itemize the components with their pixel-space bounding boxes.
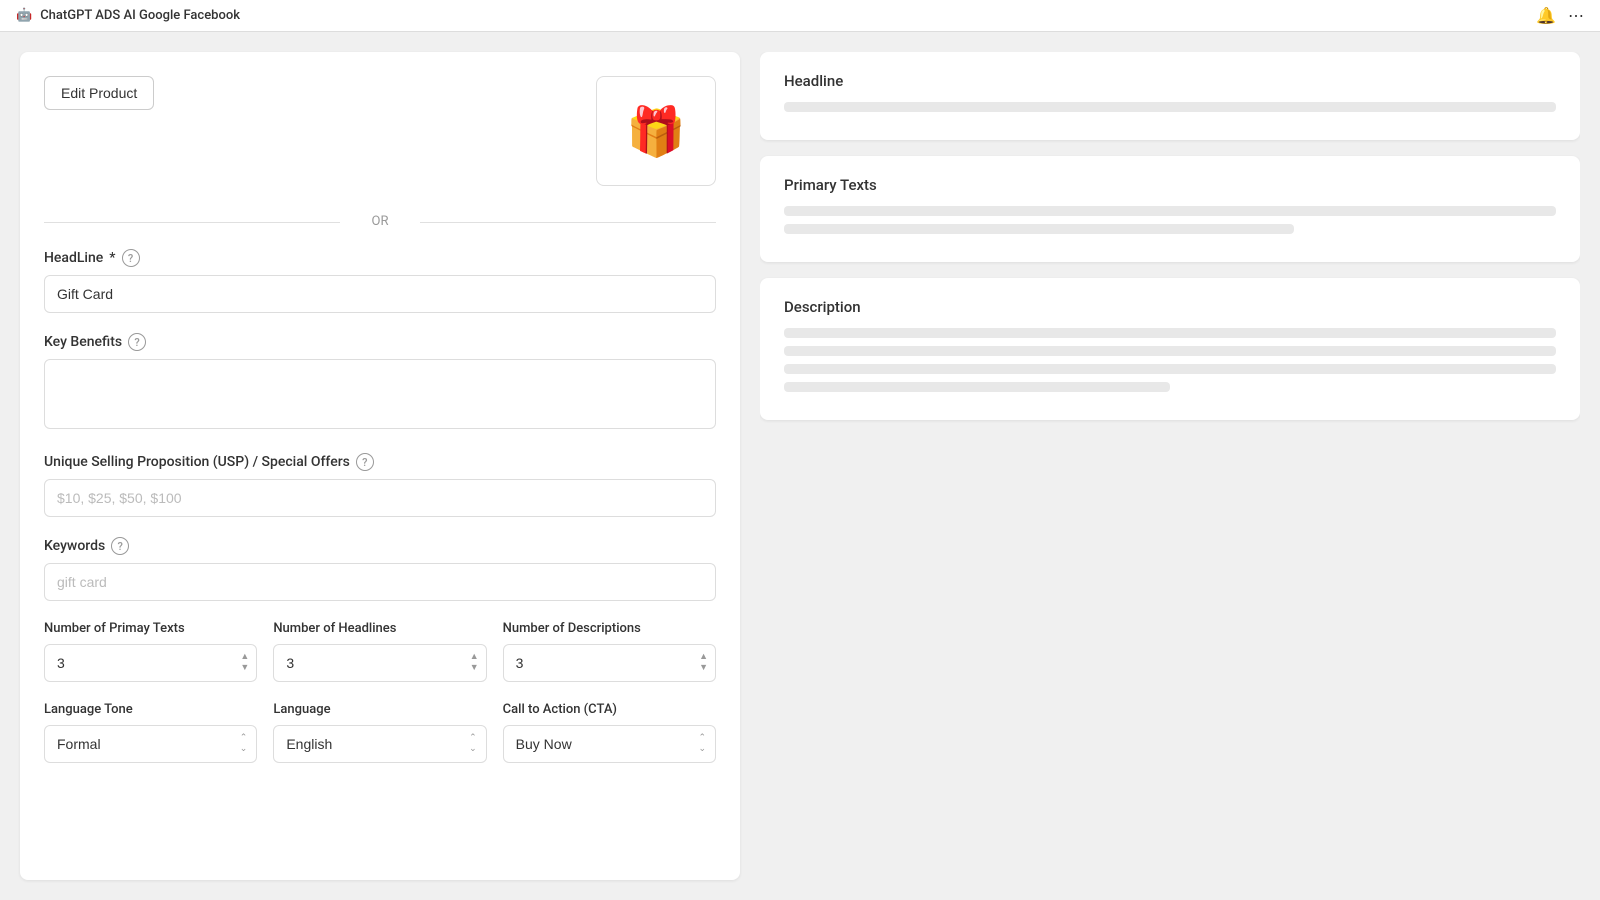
description-preview-card: Description	[760, 278, 1580, 420]
notification-icon[interactable]: 🔔	[1536, 6, 1556, 25]
headline-group: HeadLine * ?	[44, 249, 716, 313]
usp-help-icon[interactable]: ?	[356, 453, 374, 471]
description-skeleton-4	[784, 382, 1170, 392]
num-headlines-group: Number of Headlines ▲ ▼	[273, 621, 486, 682]
description-card-title: Description	[784, 298, 1556, 316]
language-tone-label: Language Tone	[44, 702, 257, 717]
key-benefits-input[interactable]	[44, 359, 716, 429]
headline-card-title: Headline	[784, 72, 1556, 90]
key-benefits-group: Key Benefits ?	[44, 333, 716, 433]
primary-texts-preview-card: Primary Texts	[760, 156, 1580, 262]
more-icon[interactable]: ⋯	[1568, 6, 1584, 25]
headline-input[interactable]	[44, 275, 716, 313]
or-divider: OR	[44, 214, 716, 229]
product-image-box: 🎁	[596, 76, 716, 186]
left-panel: Edit Product 🎁 OR HeadLine * ? Key Benef…	[20, 52, 740, 880]
top-bar-right: 🔔 ⋯	[1536, 6, 1584, 25]
num-headlines-spinner[interactable]: ▲ ▼	[470, 653, 479, 673]
top-bar-left: 🤖 ChatGPT ADS AI Google Facebook	[16, 8, 240, 23]
key-benefits-label: Key Benefits	[44, 334, 122, 350]
primary-texts-card-title: Primary Texts	[784, 176, 1556, 194]
language-tone-group: Language Tone Formal Casual Professional…	[44, 702, 257, 763]
headline-preview-card: Headline	[760, 52, 1580, 140]
num-descriptions-group: Number of Descriptions ▲ ▼	[503, 621, 716, 682]
cta-group: Call to Action (CTA) Buy Now Shop Now Le…	[503, 702, 716, 763]
key-benefits-help-icon[interactable]: ?	[128, 333, 146, 351]
usp-input[interactable]	[44, 479, 716, 517]
language-group: Language English Spanish French German	[273, 702, 486, 763]
language-tone-select[interactable]: Formal Casual Professional Friendly	[44, 725, 257, 763]
num-primary-texts-group: Number of Primay Texts ▲ ▼	[44, 621, 257, 682]
usp-group: Unique Selling Proposition (USP) / Speci…	[44, 453, 716, 517]
top-bar: 🤖 ChatGPT ADS AI Google Facebook 🔔 ⋯	[0, 0, 1600, 32]
num-primary-texts-spinner[interactable]: ▲ ▼	[240, 653, 249, 673]
app-logo-icon: 🤖	[16, 8, 32, 23]
usp-label: Unique Selling Proposition (USP) / Speci…	[44, 454, 350, 470]
keywords-help-icon[interactable]: ?	[111, 537, 129, 555]
keywords-group: Keywords ?	[44, 537, 716, 601]
product-emoji: 🎁	[626, 103, 686, 160]
num-primary-texts-input[interactable]	[44, 644, 257, 682]
app-title: ChatGPT ADS AI Google Facebook	[40, 8, 240, 23]
num-descriptions-input[interactable]	[503, 644, 716, 682]
description-skeleton-2	[784, 346, 1556, 356]
right-panel: Headline Primary Texts Description	[760, 52, 1580, 880]
num-headlines-input[interactable]	[273, 644, 486, 682]
keywords-label: Keywords	[44, 538, 105, 554]
primary-texts-skeleton-1	[784, 206, 1556, 216]
num-descriptions-spinner[interactable]: ▲ ▼	[699, 653, 708, 673]
edit-product-button[interactable]: Edit Product	[44, 76, 154, 110]
num-descriptions-label: Number of Descriptions	[503, 621, 716, 636]
language-select[interactable]: English Spanish French German	[273, 725, 486, 763]
headline-help-icon[interactable]: ?	[122, 249, 140, 267]
language-label: Language	[273, 702, 486, 717]
headline-required: *	[109, 250, 115, 266]
cta-select[interactable]: Buy Now Shop Now Learn More Sign Up	[503, 725, 716, 763]
description-skeleton-1	[784, 328, 1556, 338]
description-skeleton-3	[784, 364, 1556, 374]
headline-skeleton-1	[784, 102, 1556, 112]
num-primary-texts-label: Number of Primay Texts	[44, 621, 257, 636]
num-headlines-label: Number of Headlines	[273, 621, 486, 636]
keywords-input[interactable]	[44, 563, 716, 601]
primary-texts-skeleton-2	[784, 224, 1294, 234]
headline-label: HeadLine	[44, 250, 103, 266]
cta-label: Call to Action (CTA)	[503, 702, 716, 717]
